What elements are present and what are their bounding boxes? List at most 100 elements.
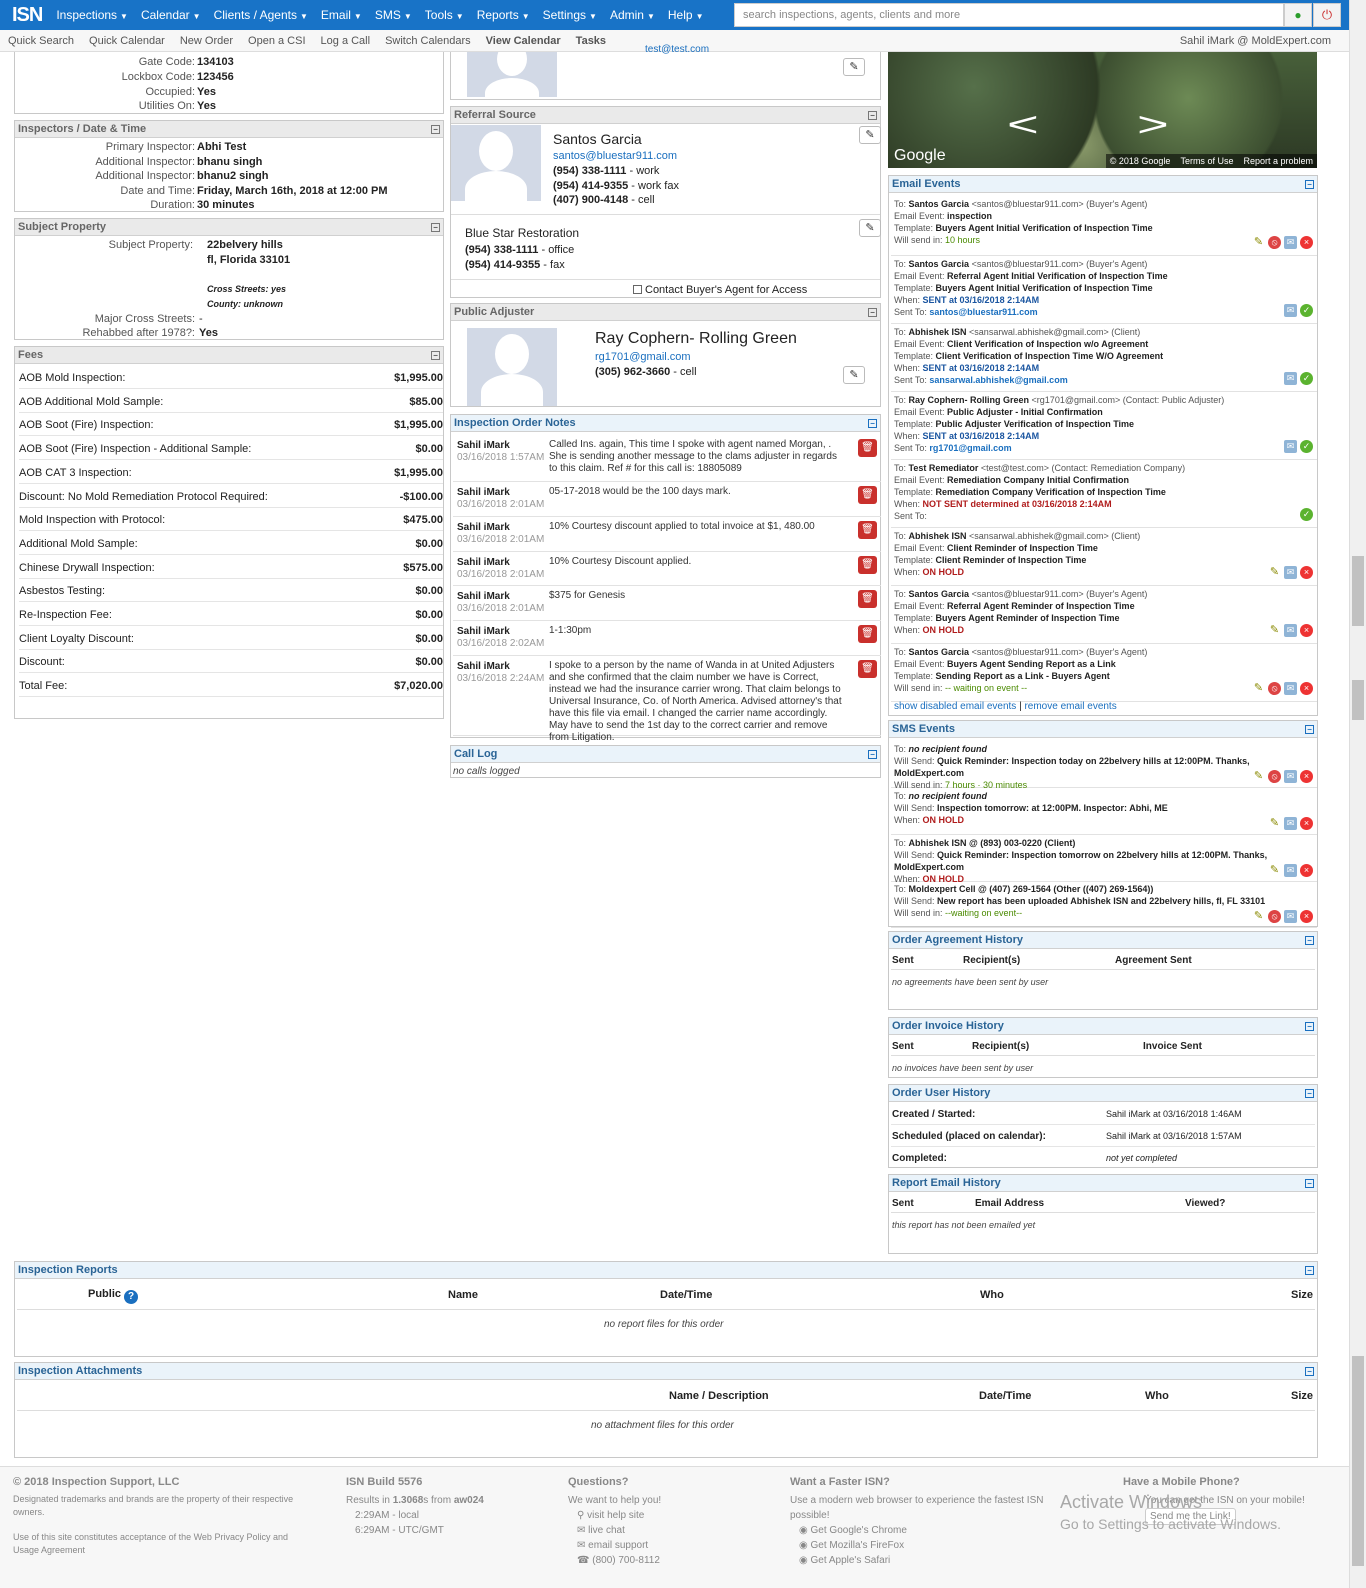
email-icon[interactable]: ✉ (1284, 236, 1297, 249)
nav-settings[interactable]: Settings ▼ (543, 8, 597, 22)
delete-trash-icon[interactable]: 🗑 (858, 590, 877, 608)
edit-pencil-icon[interactable]: ✎ (1268, 624, 1281, 637)
delete-trash-icon[interactable]: 🗑 (858, 521, 877, 539)
delete-trash-icon[interactable]: 🗑 (858, 660, 877, 678)
nav-email[interactable]: Email ▼ (321, 8, 362, 22)
chat-icon[interactable]: ● (1284, 3, 1312, 27)
cancel-icon[interactable]: × (1300, 624, 1313, 637)
contact-email[interactable]: test@test.com (645, 44, 709, 55)
cancel-icon[interactable]: × (1300, 910, 1313, 923)
cancel-icon[interactable]: × (1300, 566, 1313, 579)
delete-trash-icon[interactable]: 🗑 (858, 486, 877, 504)
subnav-tasks[interactable]: Tasks (576, 35, 606, 47)
map-report-link[interactable]: Report a problem (1243, 156, 1313, 166)
collapse-icon[interactable]: − (868, 308, 877, 317)
cancel-icon[interactable]: × (1300, 770, 1313, 783)
adjuster-email[interactable]: rg1701@gmail.com (595, 351, 691, 363)
scrollbar-thumb-lower[interactable] (1352, 680, 1364, 720)
subnav-quick-search[interactable]: Quick Search (8, 35, 74, 47)
edit-pencil-icon[interactable]: ✎ (1268, 566, 1281, 579)
cancel-icon[interactable]: × (1300, 682, 1313, 695)
street-view-map[interactable]: < > Google © 2018 Google Terms of Use Re… (888, 52, 1317, 168)
success-icon[interactable]: ✓ (1300, 440, 1313, 453)
email-icon[interactable]: ✉ (1284, 817, 1297, 830)
edit-pencil-icon[interactable]: ✎ (843, 58, 865, 76)
checkbox-icon[interactable] (633, 285, 642, 294)
remove-email-events-link[interactable]: remove email events (1024, 701, 1116, 712)
stop-icon[interactable]: ⦸ (1268, 910, 1281, 923)
nav-admin[interactable]: Admin ▼ (610, 8, 655, 22)
chrome-link[interactable]: ◉ Get Google's Chrome (790, 1523, 1070, 1538)
delete-trash-icon[interactable]: 🗑 (858, 625, 877, 643)
email-icon[interactable]: ✉ (1284, 566, 1297, 579)
email-icon[interactable]: ✉ (1284, 864, 1297, 877)
live-chat-link[interactable]: ✉ live chat (568, 1523, 768, 1538)
referral-email[interactable]: santos@bluestar911.com (553, 150, 677, 162)
edit-pencil-icon[interactable]: ✎ (859, 219, 881, 237)
collapse-icon[interactable]: − (431, 125, 440, 134)
stop-icon[interactable]: ⦸ (1268, 770, 1281, 783)
collapse-icon[interactable]: − (868, 419, 877, 428)
delete-trash-icon[interactable]: 🗑 (858, 556, 877, 574)
current-user[interactable]: Sahil iMark @ MoldExpert.com (1180, 35, 1331, 47)
collapse-icon[interactable]: − (1305, 180, 1314, 189)
cancel-icon[interactable]: × (1300, 864, 1313, 877)
subnav-switch-calendars[interactable]: Switch Calendars (385, 35, 471, 47)
edit-pencil-icon[interactable]: ✎ (1252, 770, 1265, 783)
email-icon[interactable]: ✉ (1284, 440, 1297, 453)
scrollbar-thumb-bottom[interactable] (1352, 1356, 1364, 1566)
email-icon[interactable]: ✉ (1284, 770, 1297, 783)
power-icon[interactable]: ⏻ (1313, 3, 1341, 27)
success-icon[interactable]: ✓ (1300, 372, 1313, 385)
collapse-icon[interactable]: − (431, 351, 440, 360)
stop-icon[interactable]: ⦸ (1268, 236, 1281, 249)
email-support-link[interactable]: ✉ email support (568, 1538, 768, 1553)
collapse-icon[interactable]: − (1305, 1089, 1314, 1098)
edit-pencil-icon[interactable]: ✎ (1268, 817, 1281, 830)
collapse-icon[interactable]: − (868, 750, 877, 759)
collapse-icon[interactable]: − (1305, 1266, 1314, 1275)
edit-pencil-icon[interactable]: ✎ (1252, 682, 1265, 695)
collapse-icon[interactable]: − (1305, 1367, 1314, 1376)
global-search-input[interactable]: search inspections, agents, clients and … (734, 3, 1284, 27)
stop-icon[interactable]: ⦸ (1268, 682, 1281, 695)
access-checkbox-row[interactable]: Contact Buyer's Agent for Access (633, 284, 807, 296)
cancel-icon[interactable]: × (1300, 817, 1313, 830)
collapse-icon[interactable]: − (868, 111, 877, 120)
subnav-quick-calendar[interactable]: Quick Calendar (89, 35, 165, 47)
success-icon[interactable]: ✓ (1300, 508, 1313, 521)
show-disabled-emails-link[interactable]: show disabled email events (894, 701, 1016, 712)
email-icon[interactable]: ✉ (1284, 682, 1297, 695)
safari-link[interactable]: ◉ Get Apple's Safari (790, 1553, 1070, 1568)
nav-calendar[interactable]: Calendar ▼ (141, 8, 201, 22)
email-icon[interactable]: ✉ (1284, 910, 1297, 923)
nav-inspections[interactable]: Inspections ▼ (56, 8, 128, 22)
nav-clients-agents[interactable]: Clients / Agents ▼ (214, 8, 308, 22)
edit-pencil-icon[interactable]: ✎ (1252, 236, 1265, 249)
cancel-icon[interactable]: × (1300, 236, 1313, 249)
collapse-icon[interactable]: − (431, 223, 440, 232)
success-icon[interactable]: ✓ (1300, 304, 1313, 317)
footer-terms[interactable]: Use of this site constitutes acceptance … (13, 1531, 313, 1557)
subnav-log-call[interactable]: Log a Call (321, 35, 371, 47)
subnav-view-calendar[interactable]: View Calendar (486, 35, 561, 47)
email-icon[interactable]: ✉ (1284, 624, 1297, 637)
nav-tools[interactable]: Tools ▼ (425, 8, 464, 22)
pan-left-arrow-icon[interactable]: < (1007, 108, 1039, 142)
map-terms-link[interactable]: Terms of Use (1180, 156, 1233, 166)
subnav-open-csi[interactable]: Open a CSI (248, 35, 305, 47)
help-icon[interactable]: ? (124, 1290, 139, 1304)
help-site-link[interactable]: ⚲ visit help site (568, 1508, 768, 1523)
email-icon[interactable]: ✉ (1284, 304, 1297, 317)
edit-pencil-icon[interactable]: ✎ (1268, 864, 1281, 877)
collapse-icon[interactable]: − (1305, 1179, 1314, 1188)
isn-logo[interactable]: ISN (12, 4, 43, 27)
collapse-icon[interactable]: − (1305, 725, 1314, 734)
subnav-new-order[interactable]: New Order (180, 35, 233, 47)
vertical-scrollbar[interactable] (1349, 0, 1366, 1588)
nav-help[interactable]: Help ▼ (668, 8, 704, 22)
edit-pencil-icon[interactable]: ✎ (843, 366, 865, 384)
scrollbar-thumb[interactable] (1352, 556, 1364, 626)
collapse-icon[interactable]: − (1305, 936, 1314, 945)
edit-pencil-icon[interactable]: ✎ (1252, 910, 1265, 923)
